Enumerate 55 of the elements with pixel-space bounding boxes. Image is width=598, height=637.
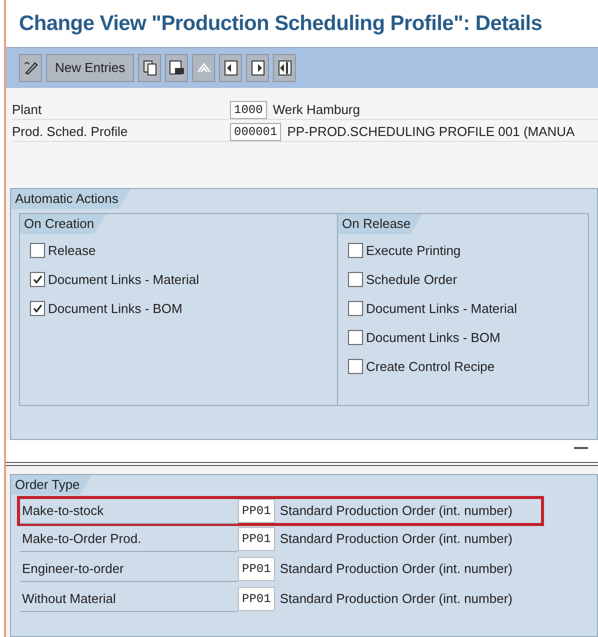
row-label: Make-to-Order Prod. xyxy=(20,526,238,552)
checkbox[interactable] xyxy=(348,301,363,316)
input-field[interactable]: 1000 xyxy=(230,100,267,118)
checkbox[interactable] xyxy=(30,301,45,316)
checkbox-label: Create Control Recipe xyxy=(366,358,495,376)
toolbar-button[interactable] xyxy=(273,54,296,82)
section-title: Automatic Actions xyxy=(11,189,130,209)
toolbar-button[interactable] xyxy=(165,54,188,82)
pen-icon xyxy=(22,60,38,76)
field-description: PP-PROD.SCHEDULING PROFILE 001 (MANUA xyxy=(287,122,575,141)
row-description: Standard Production Order (int. number) xyxy=(280,530,512,548)
window-title: Change View "Production Scheduling Profile": Details xyxy=(19,10,542,37)
field-label: Plant xyxy=(12,100,43,119)
section-title: Order Type xyxy=(11,475,92,495)
check-icon xyxy=(32,274,43,285)
row-label: Make-to-stock xyxy=(20,498,238,524)
row-label: Engineer-to-order xyxy=(20,556,238,582)
section-title: On Creation xyxy=(20,214,106,234)
copy-icon xyxy=(142,60,157,76)
checkbox-label: Schedule Order xyxy=(366,270,458,289)
checkbox[interactable] xyxy=(30,243,45,258)
field-label: Prod. Sched. Profile xyxy=(12,122,129,141)
checkbox[interactable] xyxy=(348,359,363,374)
checkbox-label: Document Links - BOM xyxy=(48,300,182,318)
previous-page-icon xyxy=(224,60,238,76)
toolbar-button[interactable] xyxy=(219,54,242,82)
checkbox-label: Release xyxy=(48,242,96,260)
last-page-icon xyxy=(278,60,292,76)
input-field[interactable]: PP01 xyxy=(238,557,275,581)
input-field[interactable]: PP01 xyxy=(238,587,275,611)
checkbox[interactable] xyxy=(348,330,363,345)
field-description: Werk Hamburg xyxy=(272,100,360,119)
toolbar-button[interactable] xyxy=(246,54,270,82)
checkbox-label: Document Links - Material xyxy=(366,300,517,318)
next-page-icon xyxy=(250,60,265,76)
new-entries-button[interactable]: New Entries xyxy=(46,54,134,82)
toolbar-button[interactable] xyxy=(19,54,42,82)
check-icon xyxy=(32,303,43,314)
toolbar-button[interactable] xyxy=(138,54,162,82)
input-field[interactable]: PP01 xyxy=(238,527,275,551)
input-field[interactable]: 000001 xyxy=(230,122,282,140)
checkbox-label: Document Links - Material xyxy=(48,270,199,289)
section-title: On Release xyxy=(338,214,423,234)
row-description: Standard Production Order (int. number) xyxy=(280,502,512,520)
row-label: Without Material xyxy=(20,586,238,612)
row-description: Standard Production Order (int. number) xyxy=(280,560,512,578)
splitter-handle-icon[interactable] xyxy=(574,447,588,449)
checkbox-label: Document Links - BOM xyxy=(366,328,500,347)
input-field[interactable]: PP01 xyxy=(238,499,275,523)
row-description: Standard Production Order (int. number) xyxy=(280,590,512,608)
checkbox[interactable] xyxy=(348,272,363,287)
checkbox-label: Execute Printing xyxy=(366,242,461,260)
checkbox[interactable] xyxy=(348,243,363,258)
document-icon xyxy=(168,60,185,76)
checkbox[interactable] xyxy=(30,272,45,287)
